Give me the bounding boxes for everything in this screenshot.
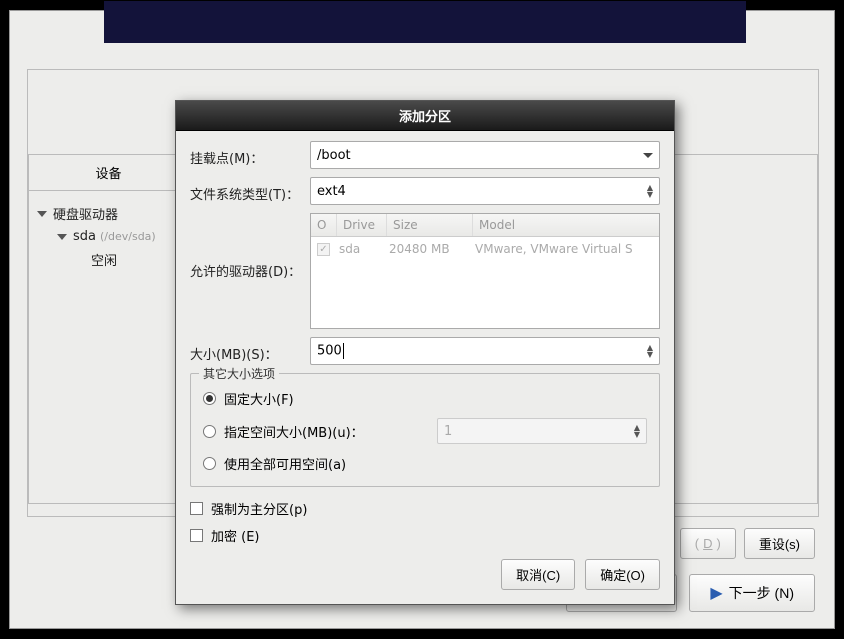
size-options-group: 其它大小选项 固定大小(F) 指定空间大小(MB)(u)： 1 ▲▼ 使用全部可… bbox=[190, 373, 660, 487]
size-row: 大小(MB)(S)： 500 ▲▼ bbox=[190, 337, 660, 365]
tree-label: sda bbox=[73, 229, 96, 244]
updown-icon: ▲▼ bbox=[647, 184, 653, 198]
device-column-header: 设备 bbox=[29, 155, 189, 191]
tree-label: 空闲 bbox=[91, 250, 117, 269]
radio-icon bbox=[203, 457, 216, 470]
row-model: VMware, VMware Virtual S bbox=[475, 242, 653, 256]
fstype-row: 文件系统类型(T)： ext4 ▲▼ bbox=[190, 177, 660, 205]
col-drive: Drive bbox=[337, 214, 387, 236]
chevron-down-icon bbox=[643, 153, 653, 158]
dialog-title: 添加分区 bbox=[176, 101, 674, 131]
upto-size-input: 1 ▲▼ bbox=[437, 418, 647, 444]
fstype-combo[interactable]: ext4 ▲▼ bbox=[310, 177, 660, 205]
radio-label: 固定大小(F) bbox=[224, 389, 294, 408]
chevron-down-icon bbox=[57, 234, 67, 240]
add-partition-dialog: 添加分区 挂载点(M)： /boot 文件系统类型(T)： ext4 ▲▼ 允许… bbox=[175, 100, 675, 605]
col-check: O bbox=[311, 214, 337, 236]
checkbox-icon bbox=[190, 502, 203, 515]
check-label: 强制为主分区(p) bbox=[211, 499, 307, 518]
updown-icon: ▲▼ bbox=[634, 424, 640, 438]
drives-row: 允许的驱动器(D)： O Drive Size Model ✓ sda 2048… bbox=[190, 213, 660, 329]
tree-label: 硬盘驱动器 bbox=[53, 204, 118, 223]
radio-icon bbox=[203, 392, 216, 405]
mount-row: 挂载点(M)： /boot bbox=[190, 141, 660, 169]
check-primary[interactable]: 强制为主分区(p) bbox=[190, 495, 660, 522]
updown-icon[interactable]: ▲▼ bbox=[647, 344, 653, 358]
mount-label: 挂载点(M)： bbox=[190, 144, 310, 167]
size-label: 大小(MB)(S)： bbox=[190, 340, 310, 363]
size-value: 500 bbox=[317, 344, 342, 359]
allowable-drives-table[interactable]: O Drive Size Model ✓ sda 20480 MB VMware… bbox=[310, 213, 660, 329]
table-row[interactable]: ✓ sda 20480 MB VMware, VMware Virtual S bbox=[311, 237, 659, 260]
row-checkbox: ✓ bbox=[317, 243, 330, 256]
reset-button[interactable]: 重设(s) bbox=[744, 528, 815, 559]
device-path: (/dev/sda) bbox=[100, 230, 156, 243]
radio-label: 使用全部可用空间(a) bbox=[224, 454, 346, 473]
col-size: Size bbox=[387, 214, 473, 236]
radio-label: 指定空间大小(MB)(u)： bbox=[224, 422, 364, 441]
banner bbox=[104, 1, 746, 43]
row-drive: sda bbox=[339, 242, 389, 256]
next-button[interactable]: ▶ 下一步 (N) bbox=[689, 574, 815, 612]
fstype-value: ext4 bbox=[317, 184, 346, 199]
mount-value: /boot bbox=[317, 148, 351, 163]
row-size: 20480 MB bbox=[389, 242, 475, 256]
d-button: (D) bbox=[680, 528, 736, 559]
fstype-label: 文件系统类型(T)： bbox=[190, 180, 310, 203]
next-label: 下一步 (N) bbox=[729, 583, 794, 603]
upto-value: 1 bbox=[444, 424, 452, 439]
mount-point-combo[interactable]: /boot bbox=[310, 141, 660, 169]
check-encrypt[interactable]: 加密 (E) bbox=[190, 522, 660, 549]
cancel-button[interactable]: 取消(C) bbox=[501, 559, 575, 590]
size-options-legend: 其它大小选项 bbox=[199, 365, 279, 382]
dialog-buttons: 取消(C) 确定(O) bbox=[190, 559, 660, 590]
arrow-right-icon: ▶ bbox=[710, 583, 722, 603]
radio-fixed[interactable]: 固定大小(F) bbox=[203, 384, 647, 413]
caret bbox=[343, 343, 344, 359]
ok-button[interactable]: 确定(O) bbox=[585, 559, 660, 590]
chevron-down-icon bbox=[37, 211, 47, 217]
size-input[interactable]: 500 ▲▼ bbox=[310, 337, 660, 365]
checkbox-icon bbox=[190, 529, 203, 542]
col-model: Model bbox=[473, 214, 659, 236]
check-label: 加密 (E) bbox=[211, 526, 260, 545]
radio-upto[interactable]: 指定空间大小(MB)(u)： 1 ▲▼ bbox=[203, 413, 647, 449]
action-buttons: (D) 重设(s) bbox=[680, 528, 815, 559]
drives-label: 允许的驱动器(D)： bbox=[190, 213, 310, 280]
radio-fill[interactable]: 使用全部可用空间(a) bbox=[203, 449, 647, 478]
table-header: O Drive Size Model bbox=[311, 214, 659, 237]
dialog-body: 挂载点(M)： /boot 文件系统类型(T)： ext4 ▲▼ 允许的驱动器(… bbox=[176, 131, 674, 604]
radio-icon bbox=[203, 425, 216, 438]
